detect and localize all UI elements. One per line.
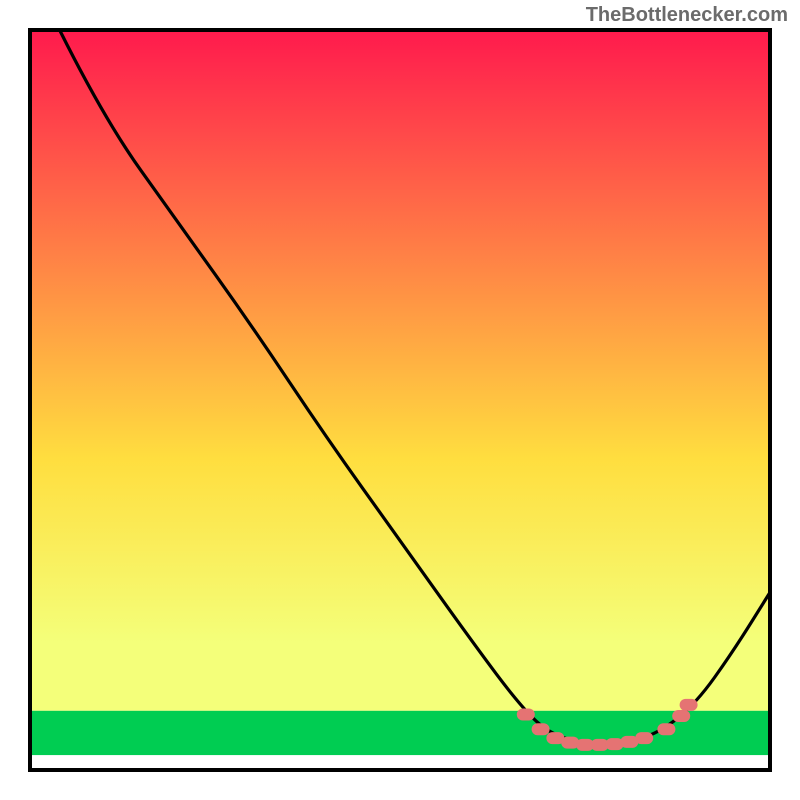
optimal-marker (517, 709, 535, 721)
bottleneck-chart: TheBottlenecker.com (0, 0, 800, 800)
optimal-marker (635, 732, 653, 744)
plot-area (30, 30, 770, 770)
optimal-marker (657, 723, 675, 735)
optimal-marker (532, 723, 550, 735)
optimal-marker (680, 699, 698, 711)
optimal-marker (672, 710, 690, 722)
white-band (30, 755, 770, 770)
chart-canvas (0, 0, 800, 800)
attribution-label: TheBottlenecker.com (586, 4, 788, 27)
background-gradient (30, 30, 770, 711)
